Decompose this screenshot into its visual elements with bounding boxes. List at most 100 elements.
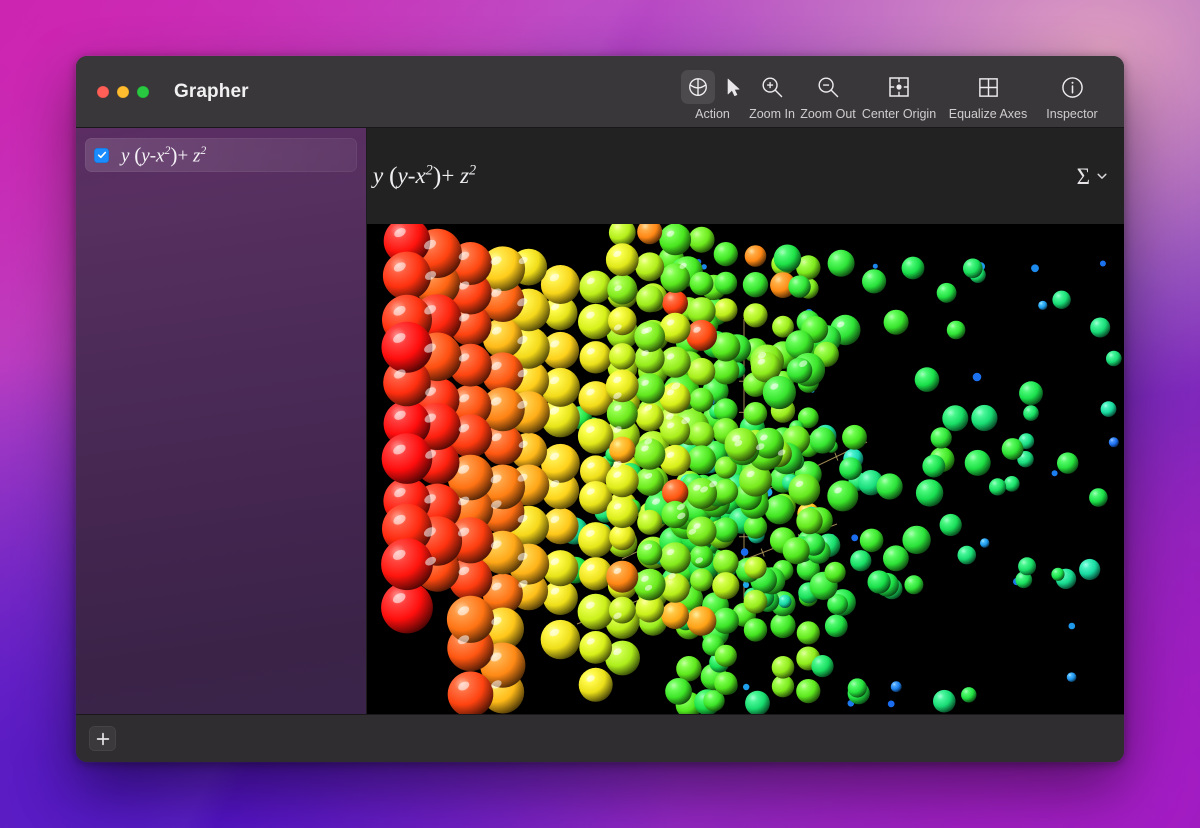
- plot-point: [636, 285, 664, 313]
- plot-point: [1057, 452, 1079, 474]
- plot-point: [688, 421, 715, 448]
- plot-canvas[interactable]: [367, 224, 1124, 714]
- plot-point: [634, 321, 666, 352]
- close-button[interactable]: [97, 85, 109, 98]
- plot-point: [687, 445, 716, 475]
- plot-point: [851, 534, 859, 542]
- magnifier-minus-icon[interactable]: [811, 70, 845, 104]
- toolbar-item-inspector[interactable]: Inspector: [1034, 56, 1110, 121]
- plot-point: [782, 537, 810, 565]
- add-equation-button[interactable]: [89, 726, 116, 751]
- plot-point: [796, 621, 820, 645]
- plot-point: [744, 556, 767, 579]
- info-circle-icon[interactable]: [1055, 70, 1089, 104]
- plot-point: [688, 226, 715, 253]
- formula-open-paren: (: [388, 161, 398, 190]
- plot-point: [743, 515, 768, 539]
- plot-point: [939, 513, 962, 537]
- plot-point: [743, 589, 768, 614]
- plot-point: [1066, 672, 1077, 682]
- eq-exponent-2: 2: [200, 143, 207, 157]
- plot-point: [744, 245, 767, 267]
- plot-point: [712, 607, 739, 634]
- plot-point: [608, 306, 637, 336]
- plot-point: [740, 548, 749, 556]
- center-origin-icon[interactable]: [882, 70, 916, 104]
- plot-point: [1031, 264, 1039, 273]
- plot-point: [577, 593, 614, 630]
- grid-four-icon[interactable]: [971, 70, 1005, 104]
- plot-point: [742, 581, 750, 588]
- plot-point: [788, 473, 821, 506]
- plot-point: [633, 568, 666, 601]
- plot-point: [606, 398, 638, 430]
- plot-point: [1100, 401, 1117, 417]
- plot-point: [796, 507, 823, 535]
- plot-point: [637, 224, 663, 245]
- globe-icon[interactable]: [681, 70, 715, 104]
- toolbar-label-action: Action: [695, 107, 730, 121]
- formula-text[interactable]: y (y-x2)+ z2: [373, 161, 476, 191]
- plot-point: [1018, 557, 1037, 576]
- toolbar-item-zoom-out[interactable]: Zoom Out: [800, 56, 856, 121]
- plot-point: [771, 656, 795, 679]
- plot-point: [659, 224, 692, 256]
- plot-point: [1051, 567, 1065, 581]
- plot-point: [608, 224, 636, 246]
- formula-exponent-1: 2: [425, 162, 433, 179]
- plot-point: [578, 522, 614, 558]
- plot-point: [971, 404, 998, 432]
- minimize-button[interactable]: [117, 85, 129, 98]
- plot-point: [902, 525, 931, 555]
- equation-checkbox[interactable]: [94, 147, 109, 163]
- plot-point: [660, 263, 690, 293]
- cursor-arrow-icon[interactable]: [722, 73, 744, 101]
- maximize-button[interactable]: [137, 85, 149, 98]
- plot-point: [850, 550, 872, 572]
- toolbar-item-equalize-axes[interactable]: Equalize Axes: [942, 56, 1034, 121]
- plot-point: [686, 319, 718, 351]
- plot-point: [743, 303, 768, 328]
- plot-point: [743, 618, 768, 642]
- plot-point: [936, 282, 957, 303]
- plot-point: [381, 321, 433, 373]
- toolbar-item-center-origin[interactable]: Center Origin: [856, 56, 942, 121]
- plot-point: [964, 449, 991, 476]
- plot-point: [890, 681, 902, 693]
- plot-point: [689, 387, 714, 412]
- sidebar: y (y-x2)+ z2: [76, 128, 367, 714]
- plot-point: [1038, 300, 1048, 310]
- magnifier-plus-icon[interactable]: [755, 70, 789, 104]
- plot-point: [659, 542, 691, 574]
- plot-point: [606, 496, 639, 529]
- plot-point: [872, 263, 878, 269]
- plot-point: [859, 528, 884, 553]
- plot-point: [1108, 437, 1119, 448]
- formula-bar[interactable]: y (y-x2)+ z2 Σ: [367, 128, 1124, 224]
- plot-point: [713, 517, 739, 543]
- plot-point: [914, 367, 940, 392]
- formula-exponent-2: 2: [469, 162, 477, 179]
- plot-point: [980, 538, 990, 548]
- plot-point: [796, 679, 821, 704]
- plot-point: [714, 271, 738, 295]
- toolbar-item-zoom-in[interactable]: Zoom In: [744, 56, 800, 121]
- plot-point: [901, 256, 925, 280]
- toolbar-item-action[interactable]: Action: [681, 56, 744, 121]
- plot-point: [867, 570, 891, 594]
- plot-point: [686, 606, 717, 636]
- plot-point: [883, 545, 909, 572]
- plot-point: [773, 244, 802, 272]
- formula-var-2: y: [397, 163, 408, 189]
- plot-point: [1068, 622, 1076, 630]
- traffic-light-group: [76, 85, 149, 98]
- plot-point: [809, 427, 836, 454]
- sidebar-item-equation[interactable]: y (y-x2)+ z2: [85, 138, 357, 172]
- plot-point: [827, 249, 855, 277]
- plot-point: [788, 275, 811, 298]
- plot-point: [989, 478, 1007, 496]
- sigma-menu[interactable]: Σ: [1077, 165, 1108, 188]
- window-titlebar[interactable]: Grapher Action Zoom In Zoom Out Center O…: [76, 56, 1124, 128]
- plot-point: [579, 270, 613, 304]
- formula-var-3: x: [415, 163, 426, 189]
